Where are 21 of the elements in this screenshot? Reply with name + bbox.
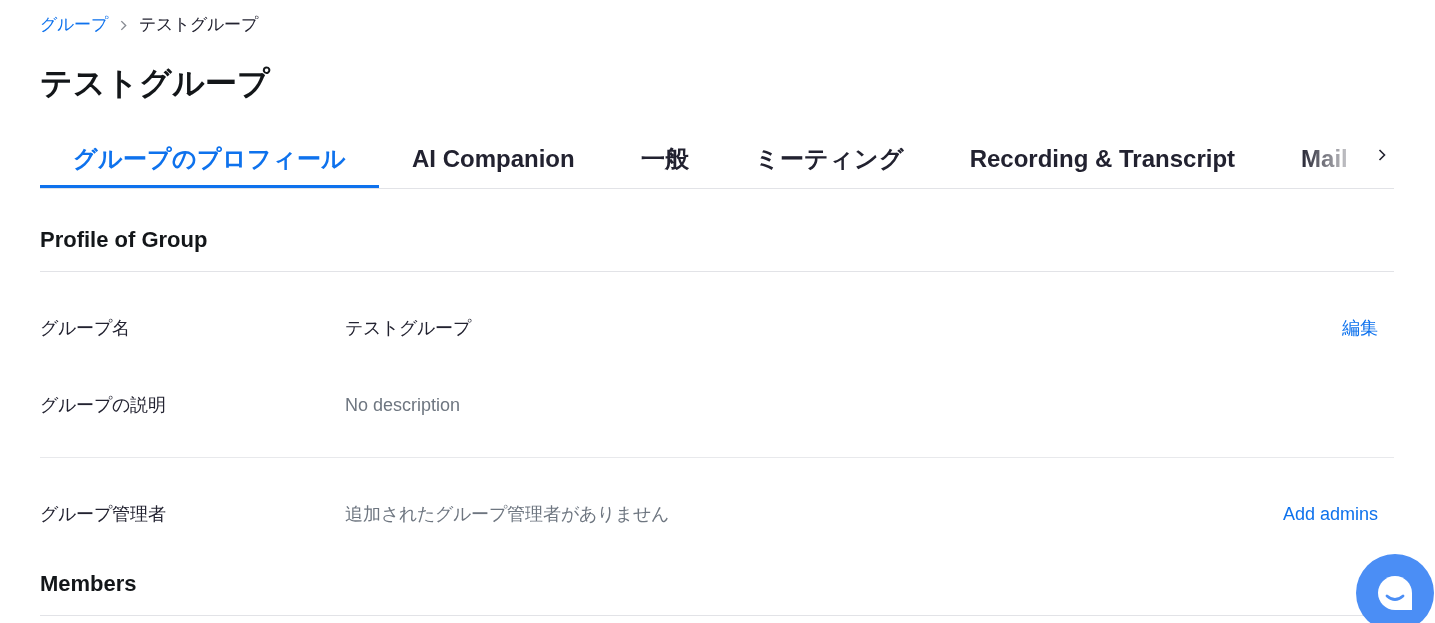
tab[interactable]: ミーティング xyxy=(721,130,937,188)
field-value: テストグループ xyxy=(345,316,473,340)
action-link[interactable]: Add admins xyxy=(1282,500,1378,527)
field-value: 追加されたグループ管理者がありません xyxy=(345,502,670,526)
tab[interactable]: Mail xyxy=(1268,130,1348,188)
chevron-right-icon xyxy=(1378,149,1386,161)
tab[interactable]: 一般 xyxy=(607,130,722,188)
section-heading: Profile of Group xyxy=(40,208,1394,272)
field-label: グループ名 xyxy=(40,316,131,340)
field-label: グループ管理者 xyxy=(40,502,167,526)
tab[interactable]: AI Companion xyxy=(379,130,608,188)
tab[interactable]: Recording & Transcript xyxy=(936,130,1269,188)
breadcrumb-link[interactable]: グループ xyxy=(40,12,108,38)
action-link[interactable]: 編集 xyxy=(1342,314,1378,341)
page-title: テストグループ xyxy=(40,64,272,103)
field-value: No description xyxy=(345,393,462,417)
chevron-right-icon xyxy=(120,19,127,31)
breadcrumb-current: テストグループ xyxy=(139,14,258,36)
field-label: グループの説明 xyxy=(40,393,167,417)
speech-bubble-icon xyxy=(1377,575,1413,611)
tab[interactable]: グループのプロフィール xyxy=(40,130,379,188)
